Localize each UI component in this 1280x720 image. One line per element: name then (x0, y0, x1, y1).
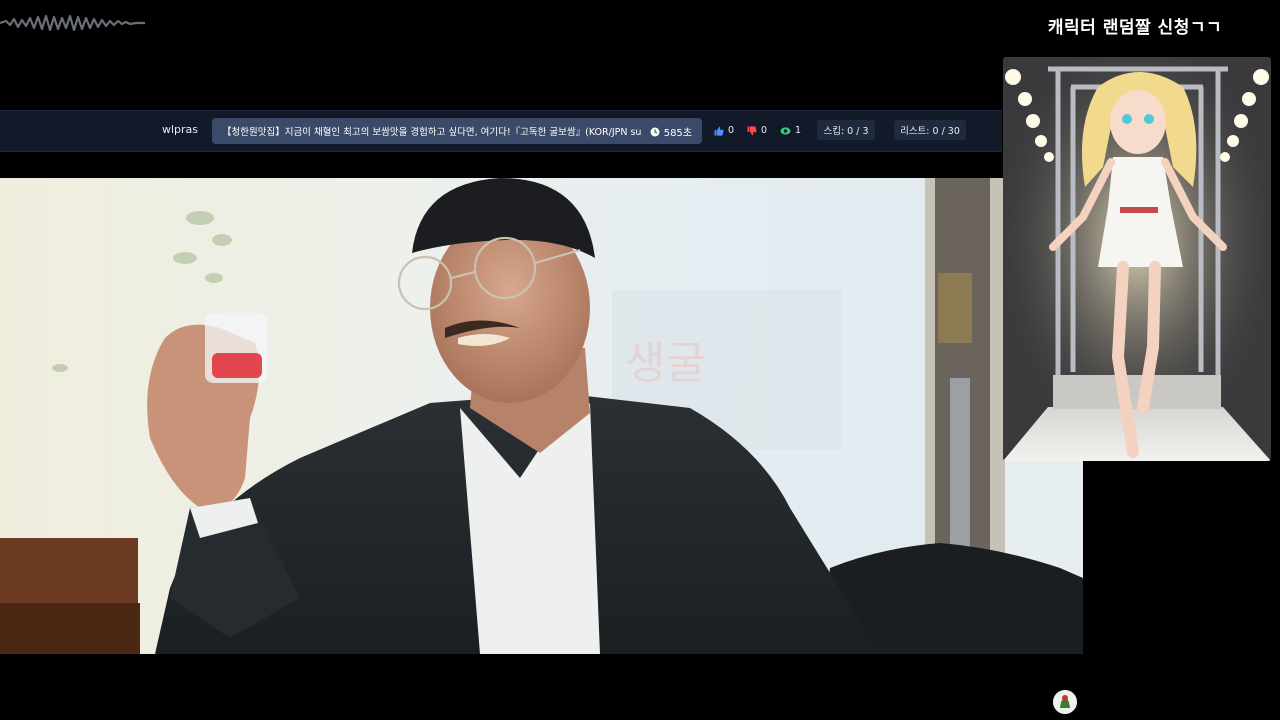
duration-text: 585초 (663, 128, 692, 139)
skip-counter[interactable]: 스킵: 0 / 3 (817, 120, 875, 140)
eye-icon (780, 126, 791, 135)
likes-value: 0 (728, 125, 735, 136)
svg-text:생굴: 생굴 (625, 338, 706, 389)
character-illustration (1003, 57, 1271, 461)
video-player[interactable]: 생굴 (0, 178, 1083, 654)
duration-group: 585초 (650, 124, 692, 139)
thumbs-down-icon (747, 125, 757, 135)
dislikes-value: 0 (761, 125, 768, 136)
video-frame-image: 생굴 (0, 178, 1083, 654)
current-video-chip[interactable]: 【청한뭔맛집】지금이 채혈인 최고의 보쌈맛을 경험하고 싶다면, 여기다!『고… (212, 118, 702, 144)
stream-overlay: 캐릭터 랜덤짤 신청ㄱㄱ wlpras 【청한뭔맛집】지금이 채혈인 최고의 보… (0, 0, 1280, 720)
character-art-card (1003, 57, 1271, 461)
views-value: 1 (795, 125, 802, 136)
clock-icon (650, 127, 660, 136)
dislikes-count[interactable]: 0 (747, 125, 767, 136)
likes-count[interactable]: 0 (714, 125, 734, 136)
views-count: 1 (780, 125, 801, 136)
avatar-image (1053, 690, 1077, 714)
character-request-title: 캐릭터 랜덤짤 신청ㄱㄱ (1047, 18, 1223, 38)
current-video-title: 【청한뭔맛집】지금이 채혈인 최고의 보쌈맛을 경험하고 싶다면, 여기다!『고… (222, 127, 642, 138)
thumbs-up-icon (714, 126, 724, 136)
streamer-avatar[interactable] (1053, 690, 1077, 714)
song-request-bar: wlpras 【청한뭔맛집】지금이 채혈인 최고의 보쌈맛을 경험하고 싶다면,… (0, 110, 1002, 152)
list-counter[interactable]: 리스트: 0 / 30 (894, 120, 966, 140)
requester-name: wlpras (162, 123, 199, 136)
audio-waveform-icon (0, 14, 145, 32)
